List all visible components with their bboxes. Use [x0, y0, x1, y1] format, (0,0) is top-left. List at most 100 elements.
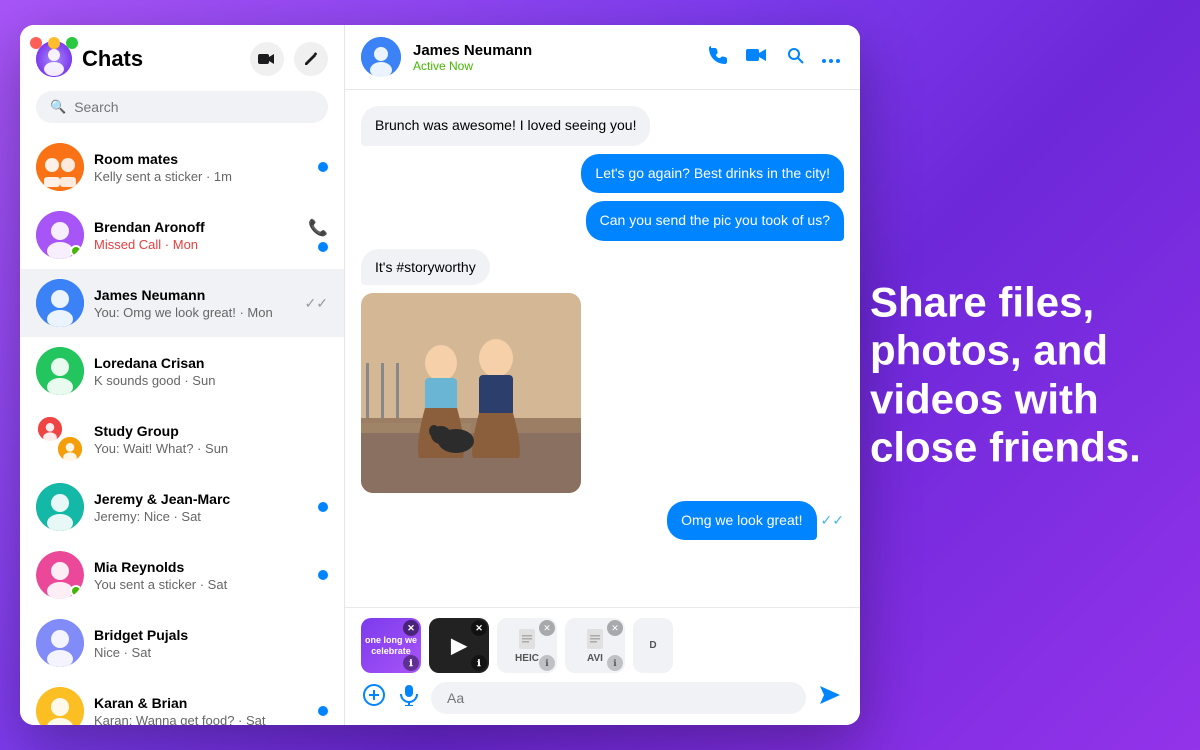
chat-header: James Neumann Active Now [345, 25, 860, 90]
chat-preview: Jeremy: Nice · Sat [94, 509, 308, 524]
phone-icon: 📞 [308, 218, 328, 238]
avatar-karan [36, 687, 84, 725]
message-outgoing-2: Can you send the pic you took of us? [586, 201, 844, 241]
message-input-row [361, 681, 844, 715]
chat-preview: You: Wait! What? · Sun [94, 441, 318, 456]
sidebar-title: Chats [82, 46, 143, 72]
input-area: one long we celebrate ✕ ℹ ▶ ✕ ℹ [345, 607, 860, 725]
attachment-video[interactable]: ▶ ✕ ℹ [429, 618, 489, 673]
chat-meta [318, 162, 328, 172]
avatar-studygroup [36, 415, 84, 463]
chat-preview: You sent a sticker · Sat [94, 577, 308, 592]
message-outgoing: Let's go again? Best drinks in the city! [581, 154, 844, 194]
remove-attachment-button[interactable]: ✕ [539, 620, 555, 636]
read-check-icon: ✓✓ [305, 295, 328, 312]
search-input[interactable] [74, 99, 314, 115]
attachment-info-button[interactable]: ℹ [539, 655, 555, 671]
attachment-sticker[interactable]: one long we celebrate ✕ ℹ [361, 618, 421, 673]
send-button[interactable] [816, 681, 844, 715]
avatar-jeremy [36, 483, 84, 531]
maximize-button[interactable] [66, 37, 78, 49]
contact-info: James Neumann Active Now [413, 42, 692, 73]
chat-info-bridget: Bridget Pujals Nice · Sat [94, 627, 318, 660]
phone-call-button[interactable] [704, 41, 732, 74]
chat-preview: You: Omg we look great! · Mon [94, 305, 295, 320]
search-chat-button[interactable] [782, 42, 808, 73]
attachment-info-button[interactable]: ℹ [471, 655, 487, 671]
contact-name: James Neumann [413, 42, 692, 59]
remove-attachment-button[interactable]: ✕ [471, 620, 487, 636]
chat-item-james[interactable]: James Neumann You: Omg we look great! · … [20, 269, 344, 337]
attachment-info-button[interactable]: ℹ [403, 655, 419, 671]
add-attachment-button[interactable] [361, 682, 387, 714]
chat-list: Room mates Kelly sent a sticker · 1m [20, 133, 344, 725]
chat-info-studygroup: Study Group You: Wait! What? · Sun [94, 423, 318, 456]
chat-item-studygroup[interactable]: Study Group You: Wait! What? · Sun [20, 405, 344, 473]
chat-info-mia: Mia Reynolds You sent a sticker · Sat [94, 559, 308, 592]
compose-button[interactable] [294, 42, 328, 76]
message-outgoing-last: Omg we look great! [667, 501, 816, 541]
chat-item-bridget[interactable]: Bridget Pujals Nice · Sat [20, 609, 344, 677]
video-call-button[interactable] [742, 43, 772, 72]
chat-item-mia[interactable]: Mia Reynolds You sent a sticker · Sat [20, 541, 344, 609]
chat-item-loredana[interactable]: Loredana Crisan K sounds good · Sun [20, 337, 344, 405]
message-incoming: Brunch was awesome! I loved seeing you! [361, 106, 650, 146]
search-icon: 🔍 [50, 99, 66, 115]
chat-item-karan[interactable]: Karan & Brian Karan: Wanna get food? · S… [20, 677, 344, 725]
chat-item-brendan[interactable]: Brendan Aronoff Missed Call · Mon 📞 [20, 201, 344, 269]
unread-indicator [318, 242, 328, 252]
chat-info-karan: Karan & Brian Karan: Wanna get food? · S… [94, 695, 308, 726]
message-image [361, 293, 581, 493]
contact-avatar [361, 37, 401, 77]
avatar-brendan [36, 211, 84, 259]
attachment-avi[interactable]: AVI ✕ ℹ [565, 618, 625, 673]
app-window: Chats 🔍 [20, 25, 860, 725]
chat-meta: ✓✓ [305, 295, 328, 312]
attachments-row: one long we celebrate ✕ ℹ ▶ ✕ ℹ [361, 618, 844, 673]
online-indicator [70, 585, 82, 597]
chat-info-roommates: Room mates Kelly sent a sticker · 1m [94, 151, 308, 184]
chat-actions [704, 41, 844, 74]
attachment-info-button[interactable]: ℹ [607, 655, 623, 671]
chat-preview: Missed Call · Mon [94, 237, 298, 252]
chat-name: Brendan Aronoff [94, 219, 298, 235]
avatar-loredana [36, 347, 84, 395]
sidebar-actions [250, 42, 328, 76]
chat-name: Room mates [94, 151, 308, 167]
marketing-panel: Share files, photos, and videos with clo… [870, 278, 1170, 471]
chat-info-james: James Neumann You: Omg we look great! · … [94, 287, 295, 320]
chat-preview: Kelly sent a sticker · 1m [94, 169, 308, 184]
chat-name: Study Group [94, 423, 318, 439]
chat-meta [318, 570, 328, 580]
chat-info-loredana: Loredana Crisan K sounds good · Sun [94, 355, 318, 388]
avatar-james [36, 279, 84, 327]
unread-indicator [318, 162, 328, 172]
messages-area: Brunch was awesome! I loved seeing you! … [345, 90, 860, 607]
more-options-button[interactable] [818, 43, 844, 72]
video-call-button[interactable] [250, 42, 284, 76]
message-hashtag: It's #storyworthy [361, 249, 490, 285]
chat-meta [318, 706, 328, 716]
contact-status: Active Now [413, 59, 692, 73]
chat-name: Loredana Crisan [94, 355, 318, 371]
unread-indicator [318, 706, 328, 716]
read-receipt-icon: ✓✓ [821, 512, 844, 529]
chat-info-jeremy: Jeremy & Jean-Marc Jeremy: Nice · Sat [94, 491, 308, 524]
voice-message-button[interactable] [397, 682, 421, 714]
chat-item-roommates[interactable]: Room mates Kelly sent a sticker · 1m [20, 133, 344, 201]
attachment-heic[interactable]: HEIC ✕ ℹ [497, 618, 557, 673]
message-input[interactable] [431, 682, 806, 714]
unread-indicator [318, 502, 328, 512]
search-bar: 🔍 [36, 91, 328, 123]
chat-item-jeremy[interactable]: Jeremy & Jean-Marc Jeremy: Nice · Sat [20, 473, 344, 541]
sidebar: Chats 🔍 [20, 25, 345, 725]
close-button[interactable] [30, 37, 42, 49]
minimize-button[interactable] [48, 37, 60, 49]
attachment-d[interactable]: D [633, 618, 673, 673]
remove-attachment-button[interactable]: ✕ [403, 620, 419, 636]
chat-preview: K sounds good · Sun [94, 373, 318, 388]
remove-attachment-button[interactable]: ✕ [607, 620, 623, 636]
chat-name: James Neumann [94, 287, 295, 303]
chat-preview: Karan: Wanna get food? · Sat [94, 713, 308, 726]
avatar-mia [36, 551, 84, 599]
